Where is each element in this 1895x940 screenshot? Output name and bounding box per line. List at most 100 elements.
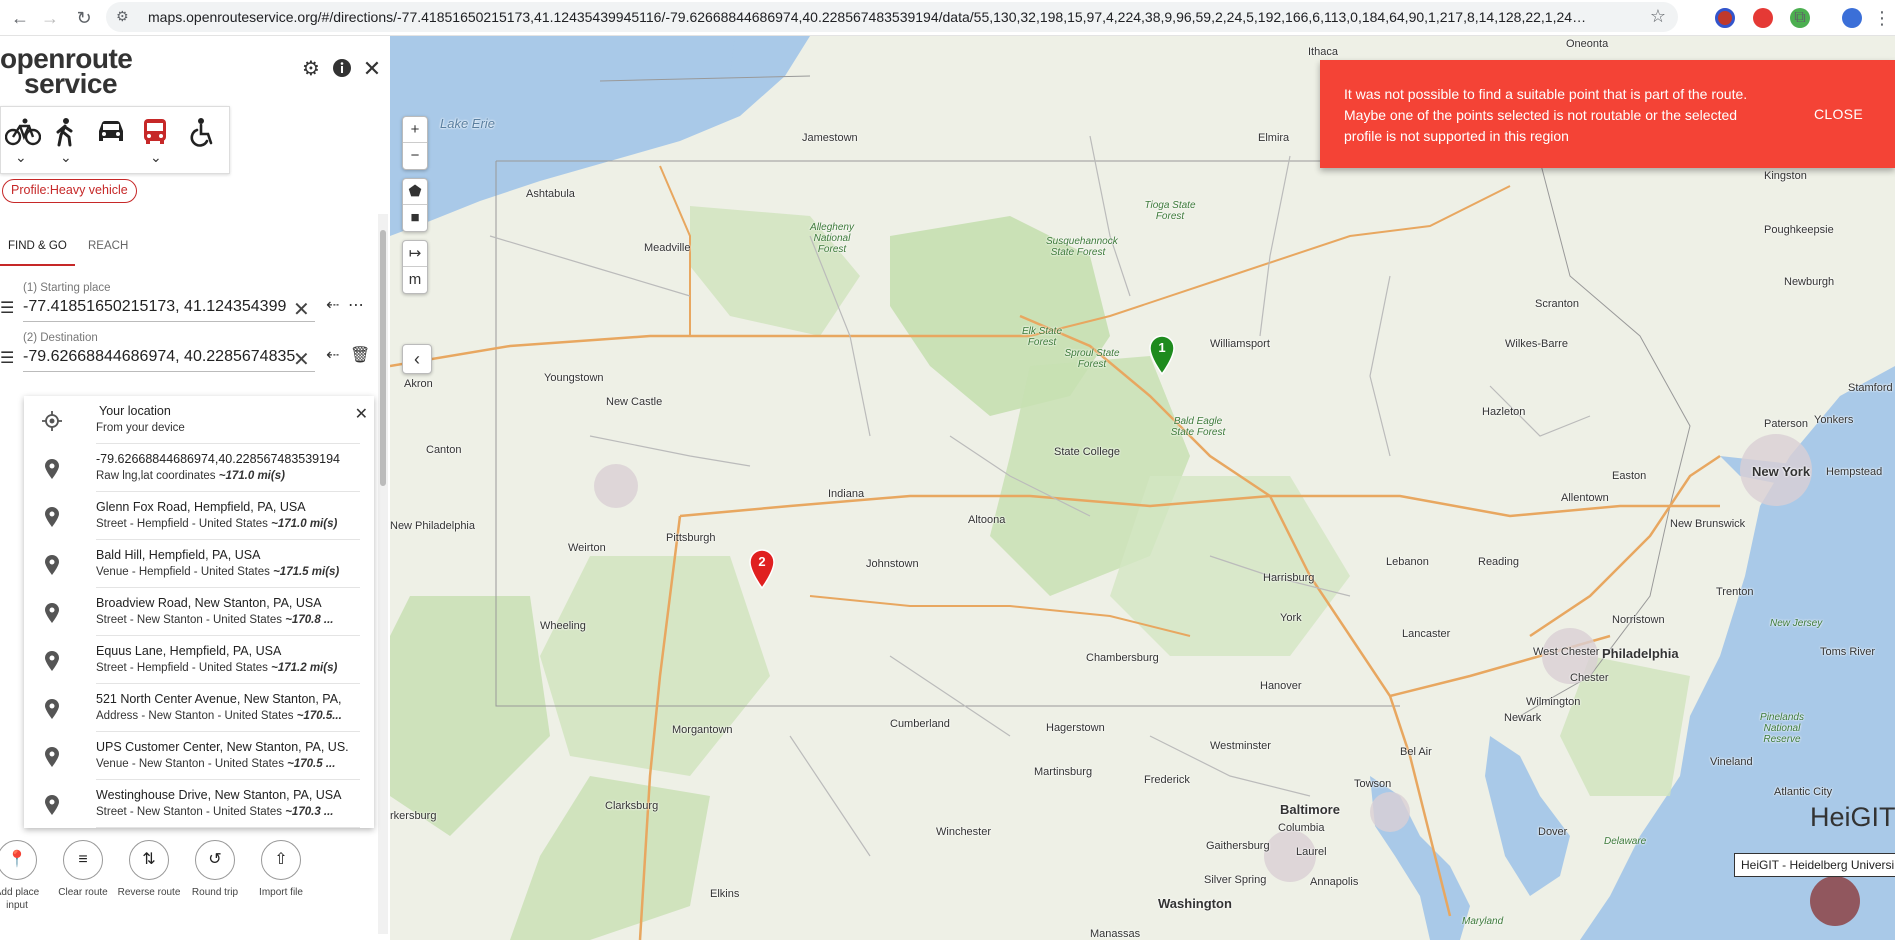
drag-handle-icon[interactable]: ☰ — [0, 298, 14, 318]
round-trip-icon[interactable]: ↺ — [195, 840, 235, 880]
action-add-place[interactable]: 📍 Add place input — [0, 840, 50, 920]
extension-icon[interactable] — [1715, 8, 1735, 28]
action-label: Clear route — [58, 887, 108, 898]
marker-start[interactable]: 1 — [1146, 332, 1178, 376]
suggestion-item[interactable]: UPS Customer Center, New Stanton, PA, US… — [24, 732, 374, 780]
map-label-wilmington: Wilmington — [1526, 696, 1581, 708]
settings-gear-icon[interactable]: ⚙ — [300, 58, 322, 80]
chevron-down-icon[interactable]: ⌄ — [150, 149, 162, 166]
suggestion-item[interactable]: -79.62668844686974,40.228567483539194 Raw… — [24, 444, 374, 492]
map-label-columbia: Columbia — [1278, 822, 1325, 834]
toast-close-button[interactable]: CLOSE — [1814, 106, 1863, 122]
map-canvas[interactable]: + − ⬟ ■ ↦ m ‹ Lake Erie Ithaca Oneonta Jame… — [390, 36, 1895, 940]
bus-icon — [144, 119, 166, 144]
action-reverse[interactable]: ⇅ Reverse route — [116, 840, 182, 920]
collapse-sidebar-button[interactable]: ‹ — [402, 344, 432, 374]
measure-unit-button[interactable]: m — [403, 267, 427, 293]
address-bar[interactable]: ⚙ maps.openrouteservice.org/#/directions… — [106, 2, 1678, 32]
chevron-down-icon[interactable]: ⌄ — [60, 149, 72, 166]
chevron-down-icon[interactable]: ⌄ — [15, 149, 27, 166]
scroll-thumb[interactable] — [380, 230, 386, 486]
map-label-youngstown: Youngstown — [544, 372, 604, 384]
action-upload[interactable]: ⇧ Import file — [248, 840, 314, 920]
suggestion-item[interactable]: Broadview Road, New Stanton, PA, USA Stre… — [24, 588, 374, 636]
add-place-icon[interactable]: 📍 — [0, 840, 37, 880]
toast-message: It was not possible to find a suitable p… — [1344, 86, 1748, 144]
map-label-chambersburg: Chambersburg — [1086, 652, 1159, 664]
bookmark-star-icon[interactable]: ☆ — [1650, 6, 1666, 27]
reload-icon[interactable]: ↻ — [72, 6, 96, 30]
suggestion-type: Street - Hempfield - United States — [96, 518, 268, 530]
trash-icon[interactable]: 🗑 — [350, 345, 370, 365]
map-label-canton: Canton — [426, 444, 462, 456]
marker-destination[interactable]: 2 — [746, 546, 778, 590]
info-icon[interactable] — [331, 58, 353, 80]
map-label-paterson: Paterson — [1764, 418, 1809, 430]
tab-reach[interactable]: REACH — [88, 226, 128, 266]
suggestion-type: Venue - Hempfield - United States — [96, 566, 270, 578]
set-position-icon[interactable]: ⇠ — [326, 345, 339, 365]
profile-heavy-vehicle[interactable]: ⌄ — [136, 113, 178, 169]
action-label: Add place input — [0, 887, 40, 911]
reverse-icon[interactable]: ⇅ — [129, 840, 169, 880]
map-label-belair: Bel Air — [1400, 746, 1432, 758]
suggestion-item[interactable]: Bald Hill, Hempfield, PA, USA Venue - Hem… — [24, 540, 374, 588]
suggestion-sub: Street - Hempfield - United States ~171.… — [96, 662, 368, 674]
sidebar-scrollbar[interactable] — [378, 214, 388, 934]
map-label-harrisburg: Harrisburg — [1263, 572, 1315, 584]
map-label-chester: Chester — [1570, 672, 1609, 684]
map-label-hazleton: Hazleton — [1482, 406, 1526, 418]
forward-icon[interactable]: → — [38, 6, 62, 30]
suggestion-title: Westinghouse Drive, New Stanton, PA, USA — [96, 788, 342, 802]
profile-walking[interactable]: ⌄ — [46, 113, 88, 169]
zoom-out-button[interactable]: − — [403, 143, 427, 169]
extensions-puzzle-icon[interactable]: ⧉ — [1788, 6, 1812, 30]
profile-chip[interactable]: Profile:Heavy vehicle — [2, 179, 137, 203]
suggestion-item[interactable]: 521 North Center Avenue, New Stanton, PA… — [24, 684, 374, 732]
ors-logo[interactable]: openroute service — [0, 45, 150, 98]
suggestion-item[interactable]: Equus Lane, Hempfield, PA, USA Street - H… — [24, 636, 374, 684]
clear-icon[interactable]: ≡ — [63, 840, 103, 880]
close-sidebar-icon[interactable]: ✕ — [361, 58, 383, 80]
suggestion-distance: ~171.0 mi(s) — [271, 518, 338, 530]
suggestion-item[interactable]: Glenn Fox Road, Hempfield, PA, USA Street… — [24, 492, 374, 540]
marker-number: 2 — [758, 554, 765, 569]
route-options-icon[interactable]: ⋯ — [348, 295, 364, 315]
walking-icon — [56, 118, 73, 147]
suggestion-type: Street - New Stanton - United States — [96, 614, 283, 626]
clear-icon[interactable]: ✕ — [293, 347, 310, 372]
map-label-sproul: Sproul State Forest — [1064, 348, 1120, 370]
map-label-laurel: Laurel — [1296, 846, 1327, 858]
set-position-icon[interactable]: ⇠ — [326, 295, 339, 315]
profile-avatar-icon[interactable] — [1842, 8, 1862, 28]
draw-rectangle-icon[interactable]: ■ — [403, 205, 427, 231]
more-menu-icon[interactable]: ⋮ — [1870, 6, 1894, 30]
tab-find-go[interactable]: FIND & GO — [0, 226, 75, 266]
start-place-input[interactable]: -77.41851650215173, 41.124354399 — [23, 298, 315, 322]
map-label-gaithersburg: Gaithersburg — [1206, 840, 1270, 852]
measure-distance-icon[interactable]: ↦ — [403, 241, 427, 267]
profile-car[interactable] — [91, 113, 133, 169]
place-pin-icon — [45, 699, 59, 719]
suggestion-item[interactable]: Westinghouse Drive, New Stanton, PA, USA… — [24, 780, 374, 828]
profile-wheelchair[interactable] — [183, 113, 225, 169]
draw-polygon-icon[interactable]: ⬟ — [403, 179, 427, 205]
heigit-logo[interactable]: HeiGIT — [1810, 802, 1895, 833]
clear-icon[interactable]: ✕ — [293, 297, 310, 322]
zoom-in-button[interactable]: + — [403, 117, 427, 143]
url-text[interactable]: maps.openrouteservice.org/#/directions/-… — [148, 9, 1588, 25]
suggestion-your-location[interactable]: Your location From your device — [24, 396, 374, 444]
divider — [96, 827, 360, 828]
back-icon[interactable]: ← — [8, 6, 32, 30]
place-pin-icon — [45, 507, 59, 527]
destination-input[interactable]: -79.62668844686974, 40.2285674835 — [23, 348, 315, 372]
action-round-trip[interactable]: ↺ Round trip — [182, 840, 248, 920]
extension-icon[interactable] — [1753, 8, 1773, 28]
site-info-icon[interactable]: ⚙ — [116, 8, 129, 25]
profile-cycling[interactable]: ⌄ — [1, 113, 43, 169]
map-label-winchester: Winchester — [936, 826, 992, 838]
action-clear[interactable]: ≡ Clear route — [50, 840, 116, 920]
map-label-hempstead: Hempstead — [1826, 466, 1883, 478]
drag-handle-icon[interactable]: ☰ — [0, 348, 14, 368]
upload-icon[interactable]: ⇧ — [261, 840, 301, 880]
